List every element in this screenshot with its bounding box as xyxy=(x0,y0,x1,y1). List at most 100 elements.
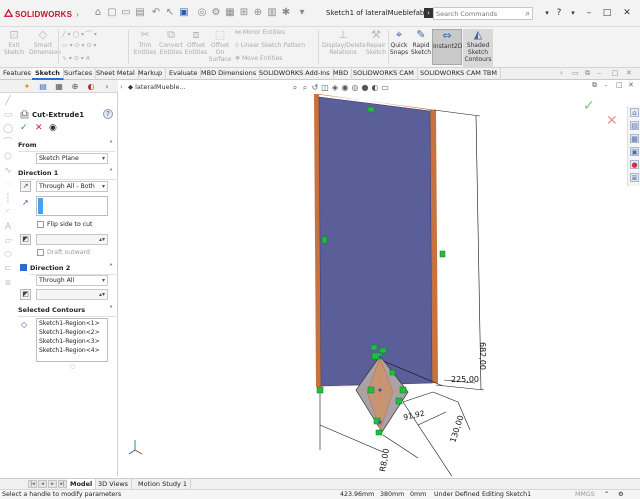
custom-properties-icon[interactable]: ≣ xyxy=(630,173,639,182)
home-icon[interactable]: ⌂ xyxy=(92,7,104,19)
list-item[interactable]: Sketch1-Region<4> xyxy=(39,347,100,354)
selected-contours-list[interactable]: Sketch1-Region<1> Sketch1-Region<2> Sket… xyxy=(36,318,108,362)
point-icon[interactable]: · xyxy=(3,180,13,190)
fillet-icon[interactable]: ◜ xyxy=(3,208,13,218)
plane-icon[interactable]: ▱ xyxy=(3,236,13,246)
view-orientation-icon[interactable]: ◈ xyxy=(330,83,340,92)
arc-icon[interactable]: ⌒ xyxy=(3,138,13,148)
doc-minimize-icon[interactable]: – xyxy=(598,69,602,77)
reverse-direction-icon[interactable]: ↗ xyxy=(20,181,31,192)
direction2-end-condition-select[interactable]: Through All ▾ xyxy=(36,275,108,286)
list-item[interactable]: Sketch1-Region<1> xyxy=(39,320,100,327)
status-units[interactable]: MMGS xyxy=(575,491,595,498)
search-commands-box[interactable]: ⌕ xyxy=(433,7,533,20)
direction1-section-header[interactable]: Direction 1 ˄ xyxy=(18,168,115,180)
viewport-maximize-icon[interactable]: □ xyxy=(616,81,623,89)
solidworks-resources-icon[interactable]: ⌂ xyxy=(630,108,639,117)
from-select[interactable]: Sketch Plane ▾ xyxy=(36,153,108,164)
linear-pattern-button[interactable]: ⁞⁞ Linear Sketch Pattern xyxy=(235,42,305,49)
direction1-end-condition-select[interactable]: Through All - Both ▾ xyxy=(36,181,108,192)
exit-sketch-button[interactable]: ⊡ Exit Sketch xyxy=(3,29,25,57)
direction2-section-header[interactable]: Direction 2 ˄ xyxy=(30,263,115,275)
scene-icon[interactable]: ◐ xyxy=(370,83,380,92)
tile-icon[interactable]: ⧉ xyxy=(585,69,590,78)
close-icon[interactable]: ✕ xyxy=(620,7,634,19)
next-tab-icon[interactable]: ▸ xyxy=(48,480,57,488)
flyout-tree-item[interactable]: ◆ lateralMueble... xyxy=(128,83,186,91)
mirror-entities-button[interactable]: ⋈ Mirror Entities xyxy=(235,29,285,36)
select-arrow-icon[interactable]: ↖ xyxy=(164,7,176,19)
offset-icon[interactable]: ⧈ xyxy=(3,278,13,288)
collapse-chevron-icon[interactable]: ˄ xyxy=(109,305,113,314)
rectangle-tool-icon[interactable]: ▭ ▾ ⬭ ▾ ⊙ ▾ xyxy=(62,42,96,50)
help-dropdown-icon[interactable]: ▾ xyxy=(566,7,580,19)
tab-solidworks-cam[interactable]: SOLIDWORKS CAM xyxy=(350,68,418,80)
tab-evaluate[interactable]: Evaluate xyxy=(166,68,202,80)
hide-show-icon[interactable]: ◎ xyxy=(350,83,360,92)
offset-entities-button[interactable]: ⧈ Offset Entities xyxy=(184,29,208,57)
convert-entities-button[interactable]: ⧉ Convert Entities xyxy=(158,29,184,57)
prev-tab-icon[interactable]: ◂ xyxy=(38,480,47,488)
dimension-radius[interactable]: R8,00 xyxy=(378,448,391,473)
draft-outward-checkbox[interactable] xyxy=(37,249,44,256)
resize-grip-icon[interactable]: ◌ xyxy=(70,363,75,370)
view-settings-icon[interactable]: ▭ xyxy=(380,83,390,92)
tab-sheet-metal[interactable]: Sheet Metal xyxy=(93,68,139,80)
centerline-icon[interactable]: ┆ xyxy=(3,194,13,204)
line-icon[interactable]: ╱ xyxy=(3,96,13,106)
direction2-checkbox[interactable] xyxy=(20,264,27,271)
slot-icon[interactable]: ⊂ xyxy=(3,264,13,274)
rectangle-icon[interactable]: ▭ xyxy=(3,110,13,120)
line-tool-icon[interactable]: ╱ ▾ ◯ ▾ ⌒ ▾ xyxy=(62,29,97,38)
zoom-area-icon[interactable]: ⌕ xyxy=(300,83,310,93)
ellipse-icon[interactable]: ⬭ xyxy=(3,250,13,260)
solidworks-logo[interactable]: SOLIDWORKS › xyxy=(4,8,79,19)
draft-toggle-icon[interactable]: ◩ xyxy=(20,289,31,300)
cancel-x-icon[interactable]: ✕ xyxy=(35,123,43,133)
preview-eye-icon[interactable]: ◉ xyxy=(49,123,57,133)
tab-markup[interactable]: Markup xyxy=(135,68,167,80)
viewport-restore-icon[interactable]: ⧉ xyxy=(592,81,597,90)
open-folder-icon[interactable]: ▭ xyxy=(120,7,132,19)
measure-icon[interactable]: ⊞ xyxy=(238,7,250,19)
units-dropdown-icon[interactable]: ⌃ xyxy=(604,491,609,498)
doc-maximize-icon[interactable]: □ xyxy=(612,69,619,77)
dimension-d1[interactable]: 91,92 xyxy=(403,409,426,422)
first-tab-icon[interactable]: |◂ xyxy=(28,480,37,488)
file-properties-icon[interactable]: ▦ xyxy=(224,7,236,19)
graphics-area[interactable]: 682,00 225,00 91,92 130,00 R8,00 › ◆ lat… xyxy=(118,80,640,476)
tab-surfaces[interactable]: Surfaces xyxy=(61,68,97,80)
flyout-expand-icon[interactable]: › xyxy=(120,83,123,91)
view-palette-icon[interactable]: ▣ xyxy=(630,147,639,156)
settings-icon[interactable]: ✱ xyxy=(280,7,292,19)
dimension-height[interactable]: 682,00 xyxy=(478,342,487,370)
display-delete-relations-button[interactable]: ⊥ Display/Delete Relations xyxy=(322,29,366,57)
collapse-chevron-icon[interactable]: ˄ xyxy=(109,140,113,149)
viewport-minimize-icon[interactable]: – xyxy=(604,81,608,89)
move-entities-button[interactable]: ✥ Move Entities xyxy=(235,55,282,62)
search-icon[interactable]: ⌕ xyxy=(526,9,530,19)
display-style-icon[interactable]: ◉ xyxy=(340,83,350,92)
collapse-chevron-icon[interactable]: ˄ xyxy=(109,263,113,272)
tab-features[interactable]: Features xyxy=(0,68,35,80)
repair-sketch-button[interactable]: ⚒ Repair Sketch xyxy=(365,29,387,57)
shaded-sketch-contours-button[interactable]: ◭ Shaded Sketch Contours xyxy=(463,29,493,67)
zoom-to-fit-icon[interactable]: ⌕ xyxy=(290,83,300,93)
help-icon[interactable]: ? xyxy=(552,7,566,19)
selected-contours-section-header[interactable]: Selected Contours ˄ xyxy=(18,305,115,317)
doc-close-icon[interactable]: ✕ xyxy=(626,69,632,77)
spline-tool-icon[interactable]: ∿ ▾ ⊙ ▾ A xyxy=(62,55,90,62)
view-icon[interactable]: ▥ xyxy=(266,7,278,19)
undo-icon[interactable]: ↶ xyxy=(150,7,162,19)
dropdown-chevron-icon[interactable]: ▾ xyxy=(296,7,308,19)
spline-icon[interactable]: ∿ xyxy=(3,166,13,176)
chevron-right-icon[interactable]: › xyxy=(76,10,79,19)
save-icon[interactable]: ▣ xyxy=(178,7,190,19)
viewport-close-icon[interactable]: ✕ xyxy=(628,81,634,89)
polygon-icon[interactable]: ⬡ xyxy=(3,152,13,162)
list-item[interactable]: Sketch1-Region<2> xyxy=(39,329,100,336)
collapse-chevron-icon[interactable]: ˄ xyxy=(109,168,113,177)
options-gear-icon[interactable]: ⚙ xyxy=(210,7,222,19)
instant2d-button[interactable]: ⇔ Instant2D xyxy=(432,29,462,65)
appearance-icon[interactable]: ● xyxy=(360,83,370,92)
